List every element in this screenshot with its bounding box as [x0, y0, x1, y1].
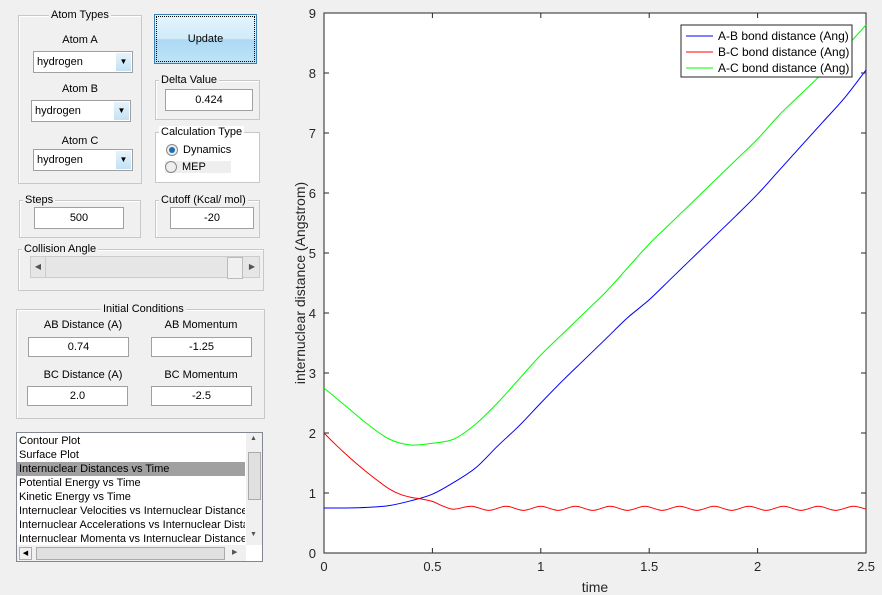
- x-tick-label: 2.5: [857, 559, 875, 574]
- y-tick-label: 6: [309, 186, 316, 201]
- legend-entry: A-B bond distance (Ang): [718, 29, 849, 43]
- legend-entry: B-C bond distance (Ang): [718, 45, 849, 59]
- x-tick-label: 0.5: [423, 559, 441, 574]
- x-tick-label: 2: [754, 559, 761, 574]
- x-tick-label: 1: [537, 559, 544, 574]
- y-tick-label: 4: [309, 306, 316, 321]
- x-tick-label: 1.5: [640, 559, 658, 574]
- legend-entry: A-C bond distance (Ang): [718, 61, 849, 75]
- plot-area: [323, 12, 867, 554]
- internuclear-distance-chart: 0 0.5 1 1.5 2 2.5 0 1 2 3 4 5 6 7 8 9 time internuclear d…: [292, 6, 875, 595]
- y-tick-label: 0: [309, 546, 316, 561]
- y-axis-label: internuclear distance (Angstrom): [292, 182, 308, 384]
- x-axis-label: time: [582, 579, 609, 595]
- y-tick-label: 1: [309, 486, 316, 501]
- y-tick-label: 9: [309, 6, 316, 21]
- y-tick-label: 2: [309, 426, 316, 441]
- x-tick-label: 0: [320, 559, 327, 574]
- y-tick-label: 3: [309, 366, 316, 381]
- y-tick-label: 7: [309, 126, 316, 141]
- y-tick-label: 8: [309, 66, 316, 81]
- y-tick-label: 5: [309, 246, 316, 261]
